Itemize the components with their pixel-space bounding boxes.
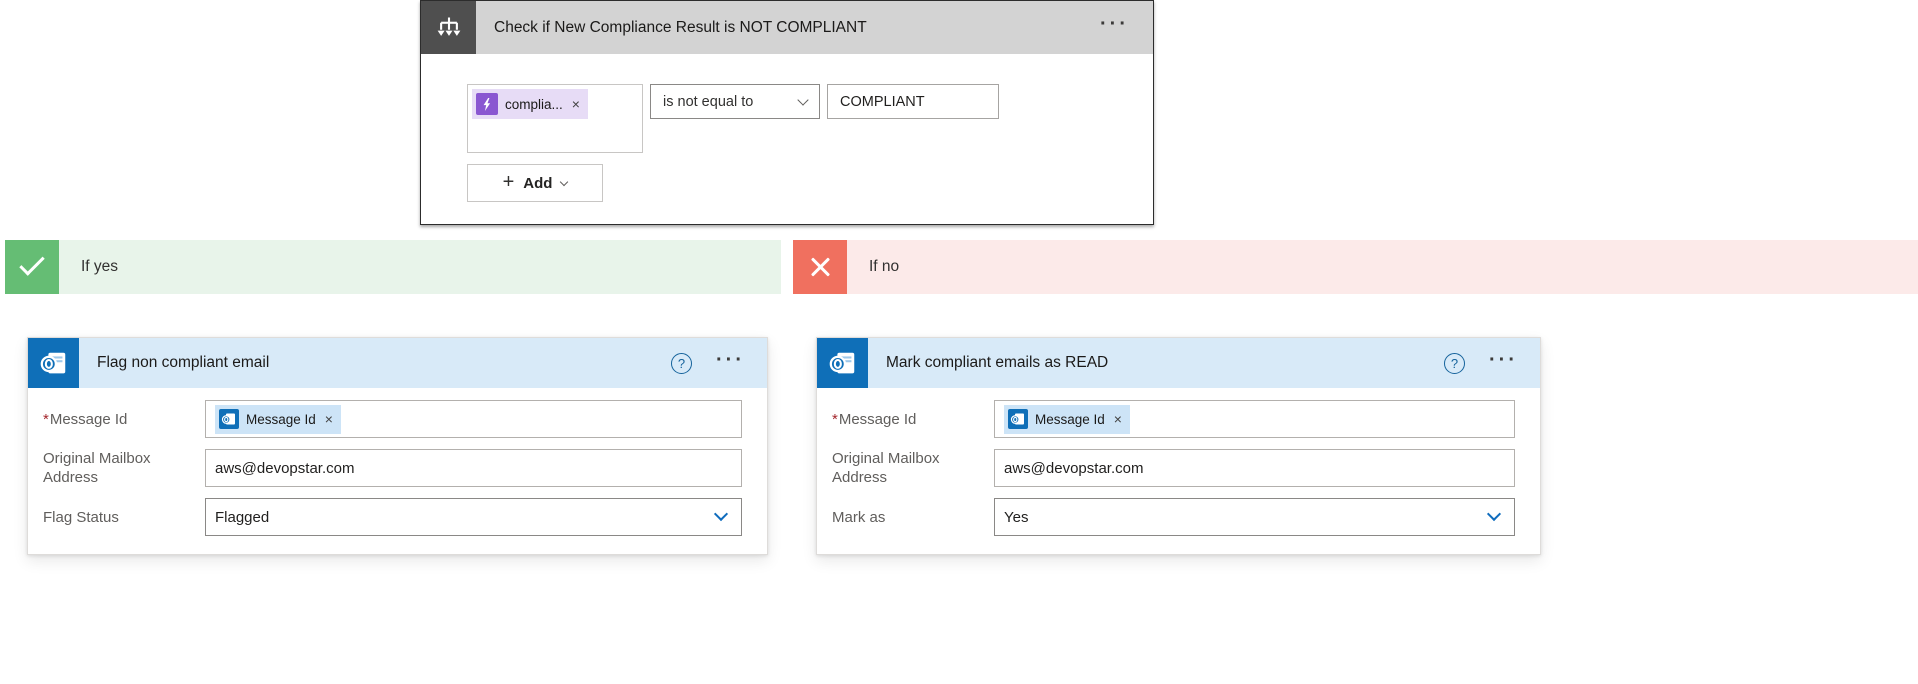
operator-value: is not equal to: [663, 94, 753, 110]
mark-as-value: Yes: [1004, 509, 1028, 526]
field-row-mark-as: Mark as Yes: [832, 498, 1515, 536]
chevron-down-icon: [1487, 507, 1501, 521]
add-condition-button[interactable]: + Add: [467, 164, 603, 202]
header-icons: ? ···: [671, 349, 767, 378]
message-id-input[interactable]: Message Id ×: [994, 400, 1515, 438]
action-title: Mark compliant emails as READ: [886, 354, 1444, 372]
condition-card-header[interactable]: Check if New Compliance Result is NOT CO…: [421, 1, 1153, 54]
token-remove-button[interactable]: ×: [325, 412, 333, 426]
mailbox-input[interactable]: aws@devopstar.com: [994, 449, 1515, 487]
flow-designer-canvas: Check if New Compliance Result is NOT CO…: [0, 0, 1918, 684]
branch-no-label: If no: [869, 258, 899, 276]
chevron-down-icon: [714, 507, 728, 521]
field-row-mailbox: Original Mailbox Address aws@devopstar.c…: [832, 449, 1515, 487]
token-label: Message Id: [1035, 412, 1105, 427]
outlook-icon: [219, 409, 239, 429]
message-id-label: *Message Id: [43, 410, 205, 429]
plus-icon: +: [503, 171, 515, 194]
lightning-bolt-icon: [476, 93, 498, 115]
action-menu-button[interactable]: ···: [716, 349, 745, 378]
field-row-message-id: *Message Id Message Id ×: [43, 400, 742, 438]
condition-title: Check if New Compliance Result is NOT CO…: [494, 19, 1090, 37]
branch-if-no-header[interactable]: If no: [793, 240, 1918, 294]
mailbox-label: Original Mailbox Address: [43, 449, 205, 487]
action-card-flag-non-compliant-email: Flag non compliant email ? ··· *Message …: [27, 337, 768, 555]
action-card-header[interactable]: Mark compliant emails as READ ? ···: [817, 338, 1540, 388]
required-asterisk: *: [832, 411, 838, 428]
outlook-icon: [28, 338, 79, 388]
mailbox-label: Original Mailbox Address: [832, 449, 994, 487]
branch-if-yes-header[interactable]: If yes: [5, 240, 781, 294]
dynamic-content-token[interactable]: complia... ×: [472, 89, 588, 119]
required-asterisk: *: [43, 411, 49, 428]
condition-branch-icon: [421, 1, 476, 54]
token-remove-button[interactable]: ×: [1114, 412, 1122, 426]
action-card-mark-compliant-read: Mark compliant emails as READ ? ··· *Mes…: [816, 337, 1541, 555]
condition-body: complia... × is not equal to COMPLIANT +…: [421, 54, 1153, 202]
branch-yes-label: If yes: [81, 258, 118, 276]
condition-menu-button[interactable]: ···: [1090, 13, 1153, 42]
mailbox-input[interactable]: aws@devopstar.com: [205, 449, 742, 487]
flag-status-dropdown[interactable]: Flagged: [205, 498, 742, 536]
header-icons: ? ···: [1444, 349, 1540, 378]
x-icon: [793, 240, 847, 294]
flag-status-label: Flag Status: [43, 508, 205, 527]
condition-left-operand-field[interactable]: complia... ×: [467, 84, 643, 153]
action-body: *Message Id Message Id ×: [817, 388, 1540, 554]
mark-as-label: Mark as: [832, 508, 994, 527]
help-icon[interactable]: ?: [671, 353, 692, 374]
condition-operator-dropdown[interactable]: is not equal to: [650, 84, 820, 119]
checkmark-icon: [5, 240, 59, 294]
action-menu-button[interactable]: ···: [1489, 349, 1518, 378]
flag-status-value: Flagged: [215, 509, 269, 526]
condition-card: Check if New Compliance Result is NOT CO…: [420, 0, 1154, 225]
action-body: *Message Id Message Id ×: [28, 388, 767, 554]
token-label: complia...: [505, 97, 563, 112]
condition-value-input[interactable]: COMPLIANT: [827, 84, 999, 119]
token-label: Message Id: [246, 412, 316, 427]
field-row-flag-status: Flag Status Flagged: [43, 498, 742, 536]
field-row-mailbox: Original Mailbox Address aws@devopstar.c…: [43, 449, 742, 487]
action-title: Flag non compliant email: [97, 354, 671, 372]
token-remove-button[interactable]: ×: [572, 97, 580, 111]
mark-as-dropdown[interactable]: Yes: [994, 498, 1515, 536]
outlook-icon: [817, 338, 868, 388]
condition-row: complia... × is not equal to COMPLIANT: [467, 84, 1107, 153]
outlook-icon: [1008, 409, 1028, 429]
chevron-down-icon: [797, 94, 808, 105]
action-card-header[interactable]: Flag non compliant email ? ···: [28, 338, 767, 388]
add-button-label: Add: [523, 175, 552, 192]
message-id-token[interactable]: Message Id ×: [215, 405, 341, 434]
message-id-label: *Message Id: [832, 410, 994, 429]
message-id-input[interactable]: Message Id ×: [205, 400, 742, 438]
chevron-down-icon: [560, 178, 568, 186]
message-id-token[interactable]: Message Id ×: [1004, 405, 1130, 434]
help-icon[interactable]: ?: [1444, 353, 1465, 374]
field-row-message-id: *Message Id Message Id ×: [832, 400, 1515, 438]
